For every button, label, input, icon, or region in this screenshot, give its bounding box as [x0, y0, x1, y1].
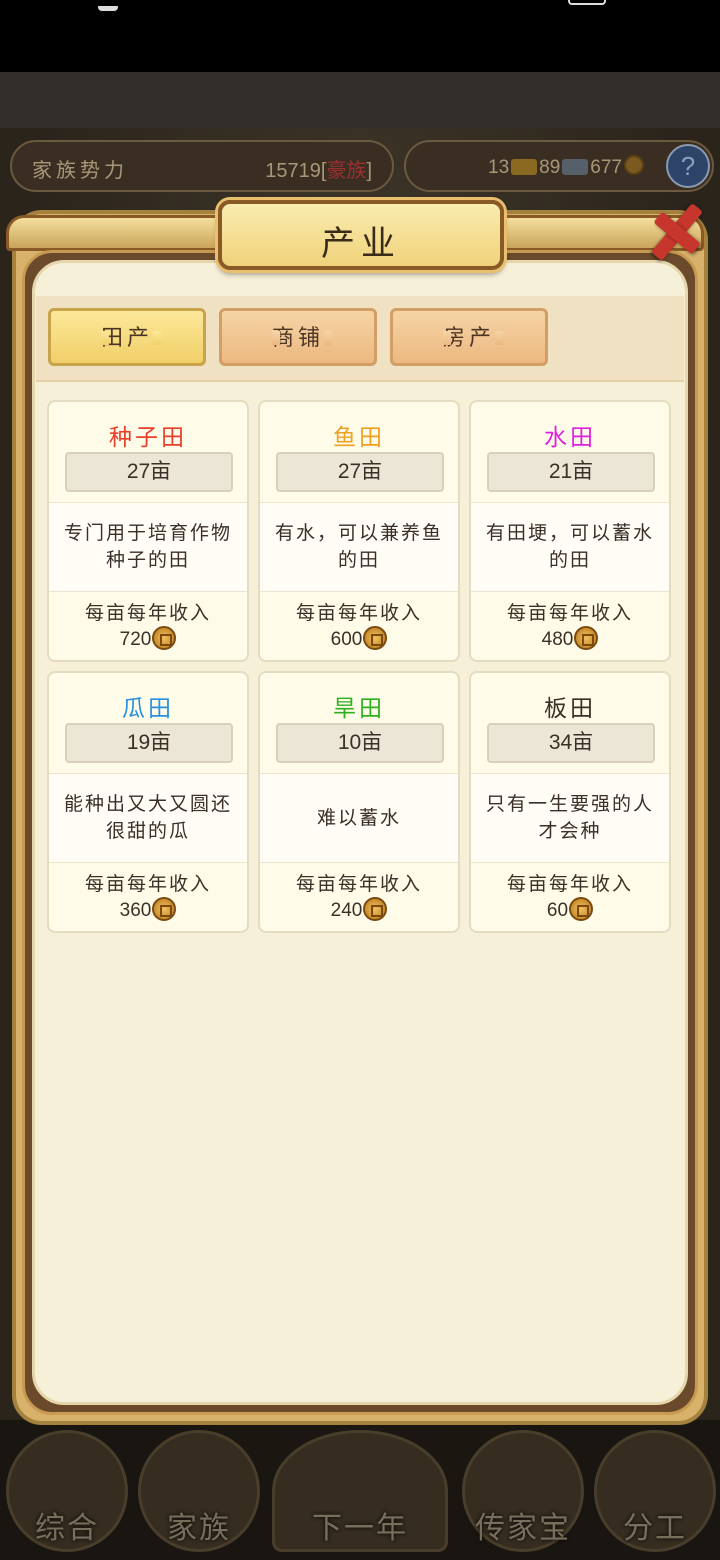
- help-button[interactable]: ?: [666, 144, 710, 188]
- family-power-label: 家族势力: [32, 158, 128, 182]
- coin-icon: [569, 897, 594, 921]
- resources-panel: 13 89 677 ?: [404, 140, 714, 192]
- nav-heirloom-button[interactable]: 传家宝: [462, 1430, 584, 1552]
- coin-icon: [152, 626, 177, 650]
- field-area: 10亩: [276, 723, 444, 763]
- income-label: 每亩每年收入: [506, 602, 633, 624]
- gold-count: 13: [488, 157, 510, 178]
- income-label: 每亩每年收入: [295, 602, 422, 624]
- field-card-dry[interactable]: 旱田 10亩 难以蓄水 每亩每年收入 240: [258, 671, 460, 933]
- modal-title-plate: 产业: [218, 200, 504, 270]
- nav-next-year-button[interactable]: 下一年: [272, 1430, 448, 1552]
- family-power-panel: 家族势力 15719[豪族]: [10, 140, 394, 192]
- income-value: 360: [49, 897, 247, 922]
- silver-ingot-icon: [562, 159, 589, 175]
- field-description: 只有一生要强的人才会种: [485, 793, 654, 842]
- field-area: 21亩: [487, 452, 655, 492]
- coin-icon: [152, 897, 177, 921]
- field-name: 鱼田: [333, 425, 385, 451]
- field-description: 有田埂，可以蓄水的田: [485, 522, 654, 571]
- field-name: 种子田: [109, 425, 187, 451]
- nav-general-label: 综合: [35, 1511, 99, 1546]
- coin-icon: [623, 155, 644, 175]
- nav-heirloom-label: 传家宝: [475, 1511, 571, 1546]
- income-label: 每亩每年收入: [84, 602, 211, 624]
- battery-icon: [568, 0, 606, 5]
- modal-title: 产业: [321, 224, 401, 264]
- bottom-nav: 综合 家族 下一年 传家宝 分工: [0, 1420, 720, 1560]
- field-card-seed[interactable]: 种子田 27亩 专门用于培育作物种子的田 每亩每年收入 720: [47, 400, 249, 662]
- tab-real-estate[interactable]: 房产: [390, 308, 548, 366]
- field-name: 水田: [544, 425, 596, 451]
- tab-farmland[interactable]: 田产: [48, 308, 206, 366]
- income-label: 每亩每年收入: [295, 873, 422, 895]
- nav-family-label: 家族: [167, 1511, 231, 1546]
- coin-icon: [363, 626, 388, 650]
- income-value: 600: [260, 626, 458, 651]
- field-card-paddy[interactable]: 水田 21亩 有田埂，可以蓄水的田 每亩每年收入 480: [469, 400, 671, 662]
- income-value: 480: [471, 626, 669, 651]
- field-name: 旱田: [333, 696, 385, 722]
- income-label: 每亩每年收入: [506, 873, 633, 895]
- field-description: 专门用于培育作物种子的田: [63, 522, 232, 571]
- close-button[interactable]: [642, 198, 708, 264]
- status-icons-left: [98, 0, 168, 11]
- coin-icon: [574, 626, 599, 650]
- income-value: 60: [471, 897, 669, 922]
- coin-icon: [363, 897, 388, 921]
- property-modal: 产业 田产 商铺 房产 种子田 27亩 专门用于培育作物种子的田 每亩每年收入 …: [6, 200, 708, 1425]
- nav-assignment-button[interactable]: 分工: [594, 1430, 716, 1552]
- nav-next-year-label: 下一年: [312, 1511, 408, 1546]
- income-label: 每亩每年收入: [84, 873, 211, 895]
- nav-assignment-label: 分工: [623, 1511, 687, 1546]
- field-description: 有水，可以兼养鱼的田: [274, 522, 443, 571]
- field-area: 34亩: [487, 723, 655, 763]
- field-description: 难以蓄水: [316, 806, 401, 829]
- gold-ingot-icon: [511, 159, 538, 175]
- coin-count: 677: [590, 157, 622, 178]
- field-name: 瓜田: [122, 696, 174, 722]
- nav-family-button[interactable]: 家族: [138, 1430, 260, 1552]
- tab-bar: 田产 商铺 房产: [36, 296, 684, 382]
- field-area: 27亩: [276, 452, 444, 492]
- field-card-board[interactable]: 板田 34亩 只有一生要强的人才会种 每亩每年收入 60: [469, 671, 671, 933]
- field-name: 板田: [544, 696, 596, 722]
- field-area: 19亩: [65, 723, 233, 763]
- title-ribbon-left: [6, 215, 218, 251]
- family-rank: 豪族: [326, 160, 367, 182]
- field-description: 能种出又大又圆还很甜的瓜: [63, 793, 232, 842]
- status-bar: [0, 0, 720, 72]
- field-card-fish[interactable]: 鱼田 27亩 有水，可以兼养鱼的田 每亩每年收入 600: [258, 400, 460, 662]
- nav-general-button[interactable]: 综合: [6, 1430, 128, 1552]
- field-card-melon[interactable]: 瓜田 19亩 能种出又大又圆还很甜的瓜 每亩每年收入 360: [47, 671, 249, 933]
- income-value: 720: [49, 626, 247, 651]
- silver-count: 89: [539, 157, 561, 178]
- tab-shops[interactable]: 商铺: [219, 308, 377, 366]
- resources-readout: 13 89 677: [488, 155, 646, 179]
- field-area: 27亩: [65, 452, 233, 492]
- income-value: 240: [260, 897, 458, 922]
- family-power-value: 15719[豪族]: [265, 160, 372, 182]
